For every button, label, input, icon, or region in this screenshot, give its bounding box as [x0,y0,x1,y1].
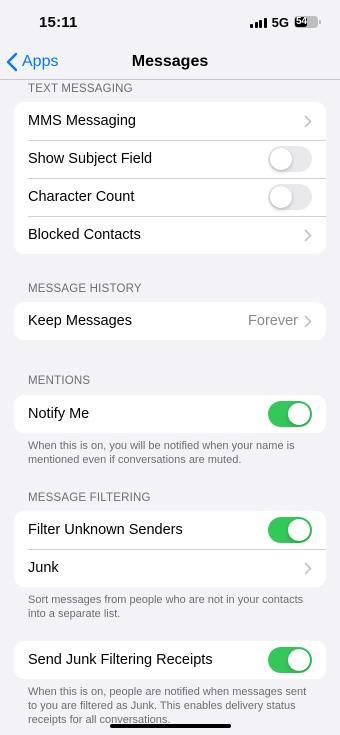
row-send-junk-filtering-receipts: Send Junk Filtering Receipts [14,641,326,679]
chevron-right-icon [304,229,312,241]
row-filter-unknown-senders: Filter Unknown Senders [14,511,326,549]
network-type: 5G [271,14,289,30]
navigation-bar: Apps Messages [0,44,340,80]
notify-me-label: Notify Me [28,406,90,422]
filter-unknown-senders-label: Filter Unknown Senders [28,522,183,538]
group-junk-receipts: Send Junk Filtering Receipts [14,641,326,679]
keep-messages-value: Forever [248,313,298,329]
section-header-text-messaging: TEXT MESSAGING [28,83,133,95]
back-button[interactable]: Apps [6,44,58,80]
battery-icon: 54 [294,16,321,28]
toggle-knob [288,403,310,425]
toggle-knob [270,148,292,170]
row-blocked-contacts[interactable]: Blocked Contacts [14,216,326,254]
blocked-contacts-label: Blocked Contacts [28,227,141,243]
filter-unknown-senders-toggle[interactable] [268,517,312,543]
settings-list[interactable]: TEXT MESSAGING MMS Messaging Show Subjec… [0,80,340,735]
row-keep-messages[interactable]: Keep Messages Forever [14,302,326,340]
toggle-knob [288,519,310,541]
keep-messages-label: Keep Messages [28,313,132,329]
character-count-toggle[interactable] [268,184,312,210]
filtering-footer: Sort messages from people who are not in… [28,594,304,620]
section-header-mentions: MENTIONS [28,375,91,387]
keep-messages-value-group: Forever [248,313,312,329]
back-button-label: Apps [22,53,59,70]
show-subject-field-label: Show Subject Field [28,151,153,167]
row-notify-me: Notify Me [14,395,326,433]
mentions-footer: When this is on, you will be notified wh… [28,440,295,466]
toggle-knob [270,186,292,208]
notify-me-toggle[interactable] [268,401,312,427]
section-header-message-filtering: MESSAGE FILTERING [28,492,151,504]
send-junk-filtering-receipts-label: Send Junk Filtering Receipts [28,652,213,668]
chevron-right-icon [304,315,312,327]
group-mentions: Notify Me [14,395,326,433]
mms-messaging-label: MMS Messaging [28,113,136,129]
show-subject-field-toggle[interactable] [268,146,312,172]
row-mms-messaging[interactable]: MMS Messaging [14,102,326,140]
receipts-footer: When this is on, people are notified whe… [28,686,307,726]
battery-cap [319,20,321,24]
toggle-knob [288,649,310,671]
home-indicator[interactable] [110,724,231,728]
status-bar: 15:11 5G 54 [0,0,340,44]
group-message-history: Keep Messages Forever [14,302,326,340]
chevron-right-icon [304,115,312,127]
chevron-right-icon [304,562,312,574]
row-character-count: Character Count [14,178,326,216]
chevron-left-icon [6,52,18,72]
junk-label: Junk [28,560,59,576]
group-text-messaging: MMS Messaging Show Subject Field Charact… [14,102,326,254]
section-header-message-history: MESSAGE HISTORY [28,283,142,295]
group-message-filtering: Filter Unknown Senders Junk [14,511,326,587]
character-count-label: Character Count [28,189,135,205]
status-indicators: 5G 54 [250,14,321,30]
page-title: Messages [131,52,209,70]
send-junk-filtering-receipts-toggle[interactable] [268,647,312,673]
row-show-subject-field: Show Subject Field [14,140,326,178]
cellular-signal-icon [250,17,267,28]
battery-level: 54 [296,16,308,27]
status-time: 15:11 [39,13,78,31]
row-junk[interactable]: Junk [14,549,326,587]
